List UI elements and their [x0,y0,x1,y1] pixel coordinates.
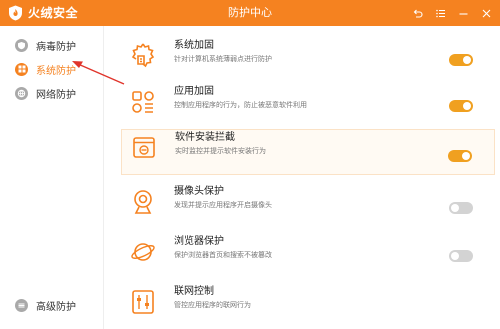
title-bar: 火绒安全 防护中心 [0,0,500,26]
item-title: 系统加固 [174,40,214,51]
menu-icon[interactable] [432,4,448,22]
protection-item-browser-protection: 浏览器保护 保护浏览器首页和搜索不被篡改 [121,234,495,278]
camera-protection-toggle[interactable] [449,202,473,214]
apps-icon [132,91,154,113]
toggle-knob [451,204,459,212]
gear-shield-icon [131,43,155,68]
item-description: 针对计算机系统薄弱点进行防护 [174,55,272,63]
toggle-knob [463,102,471,110]
item-title: 软件安装拦截 [175,132,235,143]
back-icon[interactable] [409,4,425,22]
sidebar-item-virus-protection[interactable]: 病毒防护 [0,34,103,56]
toggle-knob [462,152,470,160]
item-title: 摄像头保护 [174,186,224,197]
sidebar-item-advanced-protection[interactable]: 高级防护 [0,294,103,316]
toggle-knob [451,252,459,260]
item-description: 保护浏览器首页和搜索不被篡改 [174,251,272,259]
virus-shield-icon [15,38,28,52]
sidebar-item-label: 高级防护 [36,301,76,313]
network-control-icon [132,290,154,314]
toggle-knob [463,56,471,64]
app-hardening-toggle[interactable] [449,100,473,112]
item-title: 浏览器保护 [174,236,224,247]
close-icon[interactable] [478,4,494,22]
protection-item-network-control: 联网控制 管控应用程序的联网行为 [121,284,495,328]
sidebar-item-label: 病毒防护 [36,41,76,53]
minimize-icon[interactable] [455,4,471,22]
protection-item-system-hardening: 系统加固 针对计算机系统薄弱点进行防护 [121,38,495,82]
browser-protection-toggle[interactable] [449,250,473,262]
install-interception-toggle[interactable] [448,150,472,162]
network-icon [15,86,28,100]
sidebar-item-label: 网络防护 [36,89,76,101]
item-title: 应用加固 [174,86,214,97]
item-description: 实时监控并提示软件安装行为 [175,147,266,155]
item-description: 控制应用程序的行为，防止被恶意软件利用 [174,101,307,109]
item-title: 联网控制 [174,286,214,297]
camera-icon [134,190,152,214]
browser-planet-icon [131,243,155,261]
window-controls [409,4,494,22]
install-block-icon [133,137,155,158]
protection-item-install-interception: 软件安装拦截 实时监控并提示软件安装行为 [121,129,495,175]
item-description: 管控应用程序的联网行为 [174,301,251,309]
system-hardening-toggle[interactable] [449,54,473,66]
item-description: 发现并提示应用程序开启摄像头 [174,201,272,209]
advanced-icon [15,298,28,312]
protection-item-app-hardening: 应用加固 控制应用程序的行为，防止被恶意软件利用 [121,84,495,128]
protection-item-camera-protection: 摄像头保护 发现并提示应用程序开启摄像头 [121,184,495,228]
windows-icon [15,62,28,76]
protection-list: 系统加固 针对计算机系统薄弱点进行防护 应用加固 控制应用程序的行为，防止被恶意… [104,26,500,329]
